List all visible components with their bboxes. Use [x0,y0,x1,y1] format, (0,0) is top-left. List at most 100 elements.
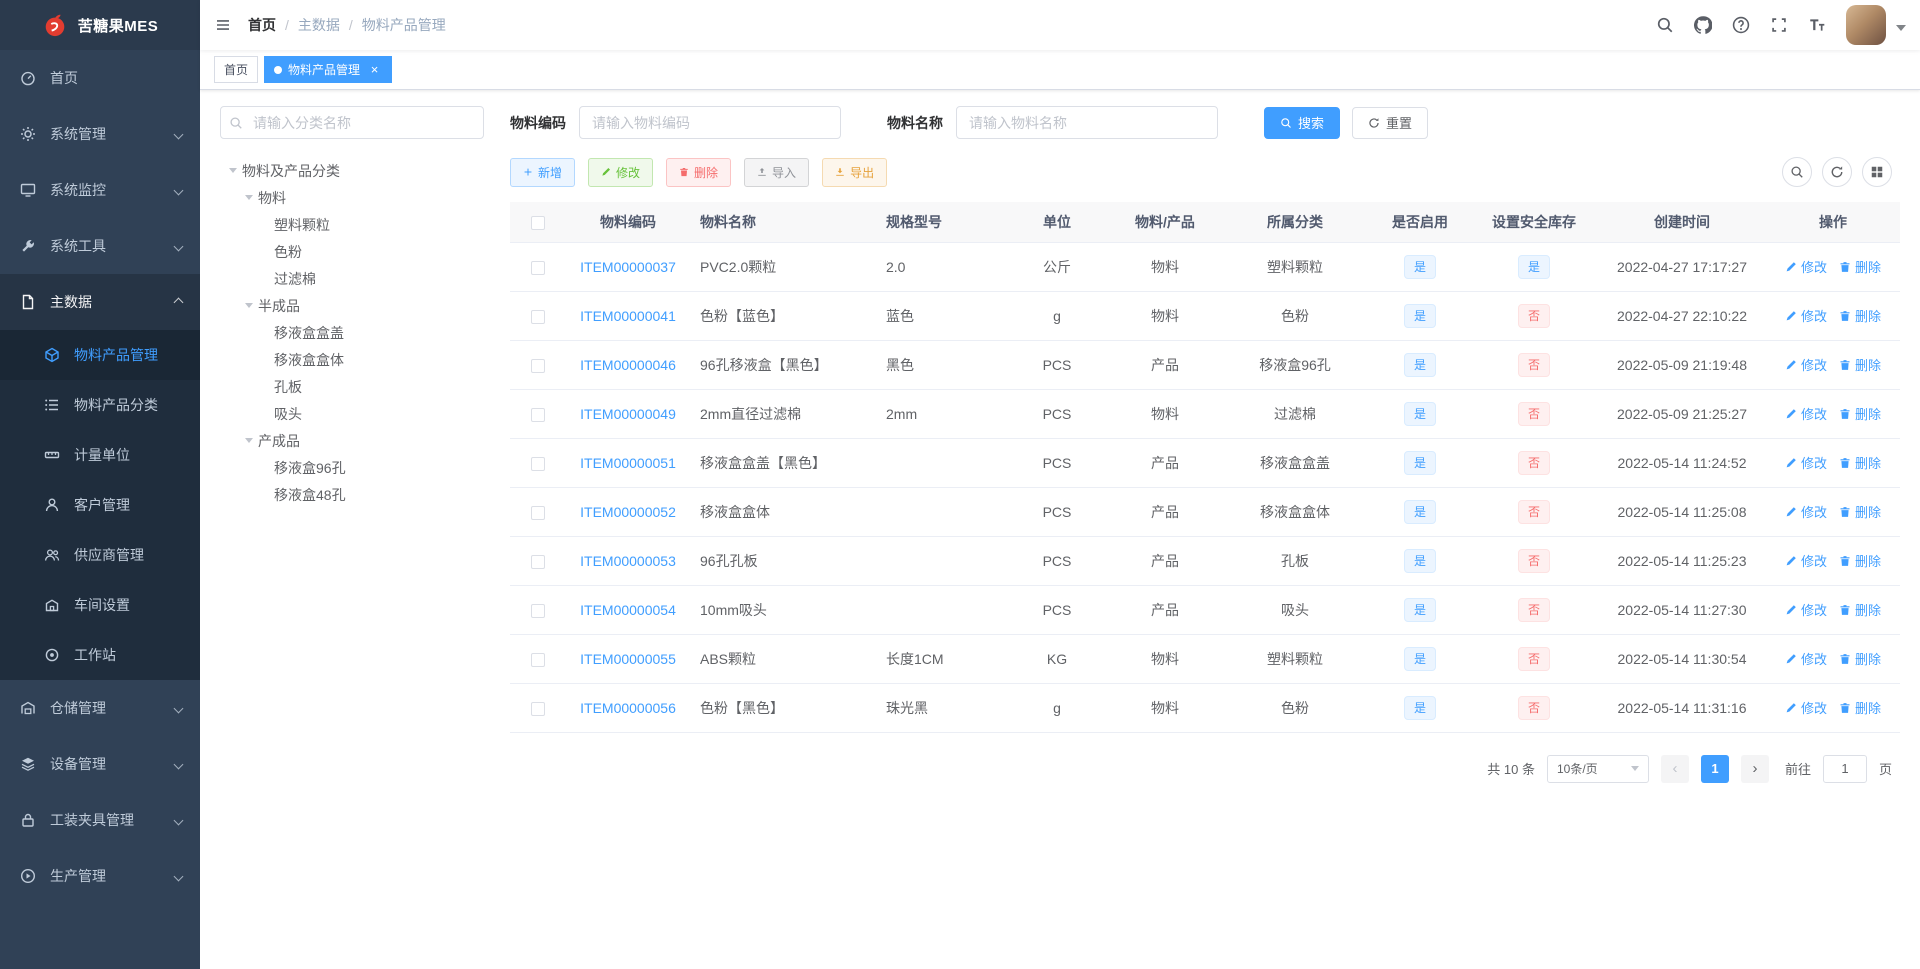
row-checkbox[interactable] [531,407,545,422]
sidebar-item-supplier-mgmt[interactable]: 供应商管理 [0,530,200,580]
page-jump-input[interactable] [1822,754,1867,783]
tree-node[interactable]: 色粉 [220,238,484,265]
delete-link[interactable]: 删除 [1839,649,1881,668]
item-code-link[interactable]: ITEM00000051 [580,455,676,471]
row-checkbox[interactable] [531,652,545,667]
item-code-link[interactable]: ITEM00000052 [580,504,676,520]
avatar[interactable] [1846,5,1886,45]
font-size-icon[interactable] [1800,0,1834,50]
sidebar-item-tooling-fixture-mgmt[interactable]: 工装夹具管理 [0,792,200,848]
item-code-link[interactable]: ITEM00000054 [580,602,676,618]
page-size-select[interactable]: 10条/页 [1546,754,1649,783]
row-checkbox[interactable] [531,505,545,520]
tree-node[interactable]: 过滤棉 [220,265,484,292]
tree-node[interactable]: 移液盒盒盖 [220,319,484,346]
tree-node[interactable]: 塑料颗粒 [220,211,484,238]
sidebar-item-equipment-mgmt[interactable]: 设备管理 [0,736,200,792]
tree-node[interactable]: 吸头 [220,400,484,427]
add-button[interactable]: 新增 [510,157,576,187]
item-code-link[interactable]: ITEM00000046 [580,357,676,373]
search-icon[interactable] [1648,0,1682,50]
sidebar-item-home[interactable]: 首页 [0,50,200,106]
sidebar-item-material-product-category[interactable]: 物料产品分类 [0,380,200,430]
prev-page-button[interactable] [1660,754,1689,783]
tree-node-root[interactable]: 物料及产品分类 [220,157,484,184]
fullscreen-icon[interactable] [1762,0,1796,50]
item-code-link[interactable]: ITEM00000049 [580,406,676,422]
edit-link[interactable]: 修改 [1785,698,1827,717]
row-checkbox[interactable] [531,260,545,275]
code-input[interactable] [579,106,841,139]
sidebar-item-measure-unit[interactable]: 计量单位 [0,430,200,480]
edit-link[interactable]: 修改 [1785,404,1827,423]
sidebar-item-workshop-settings[interactable]: 车间设置 [0,580,200,630]
page-1-button[interactable]: 1 [1700,754,1729,783]
select-all-checkbox[interactable] [531,215,545,230]
edit-link[interactable]: 修改 [1785,649,1827,668]
sidebar-item-customer-mgmt[interactable]: 客户管理 [0,480,200,530]
row-checkbox[interactable] [531,456,545,471]
delete-link[interactable]: 删除 [1839,551,1881,570]
hamburger-icon[interactable] [200,0,246,50]
breadcrumb-home[interactable]: 首页 [248,15,276,35]
column-settings-button[interactable] [1862,157,1892,187]
github-icon[interactable] [1686,0,1720,50]
tree-node[interactable]: 移液盒盒体 [220,346,484,373]
reset-button[interactable]: 重置 [1352,106,1429,139]
name-input[interactable] [956,106,1218,139]
delete-link[interactable]: 删除 [1839,355,1881,374]
tree-node[interactable]: 移液盒48孔 [220,481,484,508]
item-code-link[interactable]: ITEM00000055 [580,651,676,667]
tab-home[interactable]: 首页 [214,56,259,83]
tree-node[interactable]: 孔板 [220,373,484,400]
delete-button[interactable]: 删除 [666,157,732,187]
sidebar-item-system-mgmt[interactable]: 系统管理 [0,106,200,162]
tree-node[interactable]: 移液盒96孔 [220,454,484,481]
edit-link[interactable]: 修改 [1785,355,1827,374]
caret-down-icon[interactable] [1896,24,1906,36]
tree-node[interactable]: 产成品 [220,427,484,454]
item-code-link[interactable]: ITEM00000053 [580,553,676,569]
item-code-link[interactable]: ITEM00000037 [580,259,676,275]
delete-link[interactable]: 删除 [1839,600,1881,619]
help-icon[interactable] [1724,0,1758,50]
import-button[interactable]: 导入 [744,157,810,187]
delete-link[interactable]: 删除 [1839,306,1881,325]
close-icon[interactable] [367,62,382,77]
sidebar-item-workstation[interactable]: 工作站 [0,630,200,680]
export-button[interactable]: 导出 [822,157,888,187]
tab-material-product-mgmt[interactable]: 物料产品管理 [264,56,393,83]
edit-link[interactable]: 修改 [1785,257,1827,276]
sidebar-item-production-mgmt[interactable]: 生产管理 [0,848,200,904]
sidebar-item-system-tools[interactable]: 系统工具 [0,218,200,274]
app-logo[interactable]: 苦糖果MES [0,0,200,50]
tree-node[interactable]: 半成品 [220,292,484,319]
delete-link[interactable]: 删除 [1839,257,1881,276]
breadcrumb-master-data[interactable]: 主数据 [298,15,340,35]
sidebar-item-master-data[interactable]: 主数据 [0,274,200,330]
row-checkbox[interactable] [531,554,545,569]
row-checkbox[interactable] [531,603,545,618]
delete-link[interactable]: 删除 [1839,404,1881,423]
edit-link[interactable]: 修改 [1785,600,1827,619]
delete-link[interactable]: 删除 [1839,502,1881,521]
search-button[interactable]: 搜索 [1264,106,1341,139]
edit-link[interactable]: 修改 [1785,306,1827,325]
edit-link[interactable]: 修改 [1785,453,1827,472]
delete-link[interactable]: 删除 [1839,698,1881,717]
next-page-button[interactable] [1740,754,1769,783]
edit-button[interactable]: 修改 [588,157,654,187]
tree-node[interactable]: 物料 [220,184,484,211]
toggle-search-button[interactable] [1782,157,1812,187]
sidebar-item-material-product-mgmt[interactable]: 物料产品管理 [0,330,200,380]
refresh-button[interactable] [1822,157,1852,187]
row-checkbox[interactable] [531,309,545,324]
sidebar-item-warehouse-mgmt[interactable]: 仓储管理 [0,680,200,736]
item-code-link[interactable]: ITEM00000041 [580,308,676,324]
sidebar-item-system-monitor[interactable]: 系统监控 [0,162,200,218]
row-checkbox[interactable] [531,358,545,373]
edit-link[interactable]: 修改 [1785,502,1827,521]
edit-link[interactable]: 修改 [1785,551,1827,570]
category-search-input[interactable] [220,106,484,139]
item-code-link[interactable]: ITEM00000056 [580,700,676,716]
